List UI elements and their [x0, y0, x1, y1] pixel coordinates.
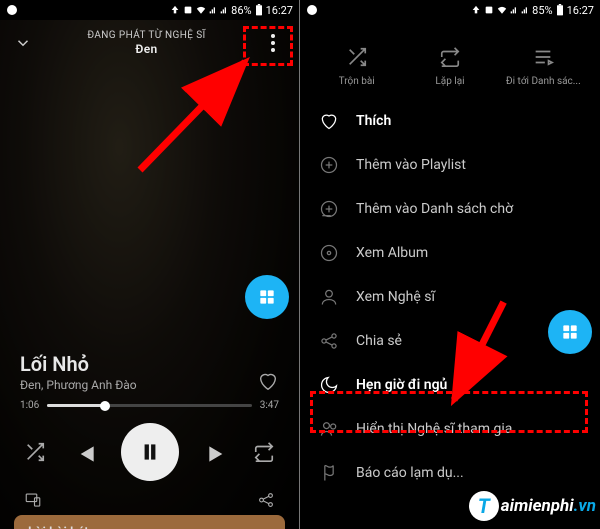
watermark-text: aimienphi — [501, 496, 574, 516]
share-button[interactable] — [257, 491, 275, 509]
battery-percent: 86% — [231, 4, 251, 17]
phone-right: 85% 16:27 Trộn bài Lặp lại Đi tới Danh s… — [300, 0, 600, 529]
context-menu-screen: Trộn bài Lặp lại Đi tới Danh sác... Thíc… — [300, 20, 600, 529]
report-icon — [318, 462, 340, 484]
watermark-logo: T — [469, 491, 499, 521]
status-bar: 86% 16:27 — [0, 0, 299, 20]
header-context: ĐANG PHÁT TỪ NGHỆ SĨ Đen — [87, 30, 205, 56]
menu-like[interactable]: Thích — [300, 99, 600, 143]
repeat-label: Lặp lại — [435, 76, 464, 87]
clock: 16:27 — [266, 4, 293, 17]
shuffle-icon — [346, 46, 368, 68]
now-playing-screen: ĐANG PHÁT TỪ NGHỆ SĨ Đen Lối Nhỏ Đen, Ph… — [0, 20, 299, 529]
wifi-icon — [497, 5, 507, 15]
signal-icon-2 — [521, 5, 529, 15]
location-icon — [471, 5, 481, 15]
track-artist: Đen, Phương Anh Đào — [20, 378, 137, 392]
menu-add-queue[interactable]: Thêm vào Danh sách chờ — [300, 187, 600, 231]
menu-label: Thêm vào Danh sách chờ — [356, 201, 513, 217]
nfc-icon — [484, 5, 494, 15]
signal-icon — [510, 5, 518, 15]
battery-percent: 85% — [532, 4, 552, 17]
lyrics-panel[interactable]: Lời bài hát — [14, 515, 285, 529]
repeat-button[interactable] — [253, 441, 275, 463]
previous-button[interactable] — [72, 441, 94, 463]
header-subtitle: ĐANG PHÁT TỪ NGHỆ SĨ — [87, 30, 205, 41]
header-title: Đen — [87, 42, 205, 56]
lyrics-label: Lời bài hát — [28, 525, 89, 529]
signal-icon-2 — [220, 5, 228, 15]
more-icon — [271, 34, 275, 52]
playlist-add-icon — [318, 154, 340, 176]
menu-view-artist[interactable]: Xem Nghệ sĩ — [300, 275, 600, 319]
watermark-suffix: .vn — [574, 496, 596, 516]
grid-icon — [560, 322, 580, 342]
more-options-button[interactable] — [261, 31, 285, 55]
menu-list: Thích Thêm vào Playlist Thêm vào Danh sá… — [300, 95, 600, 499]
location-icon — [170, 5, 180, 15]
watermark: T aimienphi.vn — [469, 491, 596, 521]
phone-left: 86% 16:27 ĐANG PHÁT TỪ NGHỆ SĨ Đen — [0, 0, 300, 529]
menu-sleep-timer[interactable]: Hẹn giờ đi ngủ — [300, 363, 600, 407]
album-icon — [318, 242, 340, 264]
grid-icon — [257, 287, 277, 307]
repeat-toggle[interactable]: Lặp lại — [404, 46, 496, 87]
spotify-icon — [306, 4, 318, 16]
queue-icon — [532, 46, 554, 68]
goto-queue[interactable]: Đi tới Danh sác... — [497, 46, 589, 87]
devices-button[interactable] — [24, 491, 42, 509]
spotify-icon — [6, 4, 18, 16]
artist-icon — [318, 286, 340, 308]
menu-report[interactable]: Báo cáo lạm dụ... — [300, 451, 600, 495]
share-icon — [318, 330, 340, 352]
seek-bar[interactable] — [47, 404, 251, 407]
shuffle-button[interactable] — [24, 441, 46, 463]
menu-label: Thêm vào Playlist — [356, 157, 466, 173]
shuffle-toggle[interactable]: Trộn bài — [310, 46, 402, 87]
credits-icon — [318, 418, 340, 440]
shuffle-label: Trộn bài — [339, 76, 375, 87]
signal-icon — [209, 5, 217, 15]
menu-label: Chia sẻ — [356, 333, 402, 349]
nfc-icon — [183, 5, 193, 15]
like-button[interactable] — [257, 370, 279, 392]
menu-label: Báo cáo lạm dụ... — [356, 465, 464, 481]
track-title: Lối Nhỏ — [20, 352, 137, 376]
clock: 16:27 — [567, 4, 594, 17]
floating-grid-button[interactable] — [548, 310, 592, 354]
menu-view-album[interactable]: Xem Album — [300, 231, 600, 275]
menu-label: Hiển thị Nghệ sĩ tham gia — [356, 421, 512, 437]
queue-add-icon — [318, 198, 340, 220]
time-total: 3:47 — [260, 400, 279, 411]
menu-label: Xem Album — [356, 245, 428, 261]
repeat-icon — [439, 46, 461, 68]
menu-label: Thích — [356, 113, 391, 129]
menu-label: Xem Nghệ sĩ — [356, 289, 435, 305]
battery-icon — [556, 4, 564, 16]
menu-add-playlist[interactable]: Thêm vào Playlist — [300, 143, 600, 187]
wifi-icon — [196, 5, 206, 15]
menu-show-credits[interactable]: Hiển thị Nghệ sĩ tham gia — [300, 407, 600, 451]
goto-queue-label: Đi tới Danh sác... — [506, 76, 581, 87]
heart-icon — [318, 110, 340, 132]
floating-grid-button[interactable] — [245, 275, 289, 319]
moon-icon — [318, 374, 340, 396]
menu-label: Hẹn giờ đi ngủ — [356, 377, 447, 393]
time-elapsed: 1:06 — [20, 400, 39, 411]
pause-button[interactable] — [121, 423, 179, 481]
battery-icon — [255, 4, 263, 16]
collapse-button[interactable] — [14, 34, 32, 52]
status-bar: 85% 16:27 — [300, 0, 600, 20]
next-button[interactable] — [205, 441, 227, 463]
